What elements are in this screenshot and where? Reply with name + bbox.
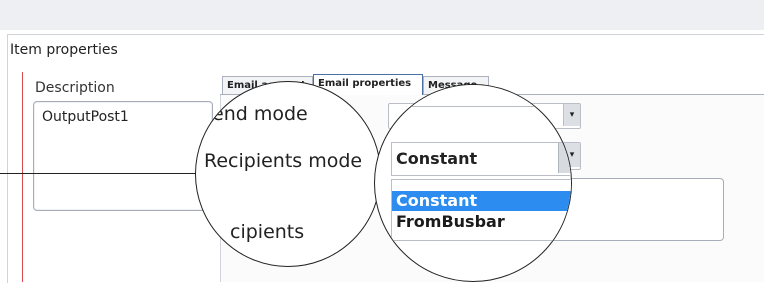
panel-title: Item properties xyxy=(10,42,118,58)
recipients-textarea[interactable] xyxy=(548,178,724,241)
recipients-mode-label: Recipients mode xyxy=(204,150,363,172)
send-mode-dropdown-button-zoomed[interactable] xyxy=(558,85,571,104)
recipients-mode-dropdown-list: Constant FromBusbar xyxy=(391,179,571,241)
top-band xyxy=(0,0,764,30)
recipients-label: cipients xyxy=(230,221,305,243)
dropdown-option-constant[interactable]: Constant xyxy=(392,191,571,211)
magnifier-left: end mode Recipients mode cipients xyxy=(195,81,381,267)
callout-leader-line xyxy=(0,173,220,174)
send-mode-dropdown-button[interactable]: ▾ xyxy=(563,104,580,126)
selected-mode-value: Constant xyxy=(396,149,478,168)
required-marker-line xyxy=(22,72,23,282)
magnifier-right: Constant ▾ Constant FromBusbar xyxy=(374,84,572,282)
recipients-mode-dropdown-button-zoomed[interactable]: ▾ xyxy=(558,143,571,173)
description-value: OutputPost1 xyxy=(42,109,129,125)
chevron-down-icon: ▾ xyxy=(569,110,575,120)
send-mode-label: end mode xyxy=(212,103,308,125)
send-mode-select-zoomed[interactable] xyxy=(391,85,571,107)
dropdown-option-frombusbar[interactable]: FromBusbar xyxy=(392,212,571,232)
description-label: Description xyxy=(35,80,115,96)
